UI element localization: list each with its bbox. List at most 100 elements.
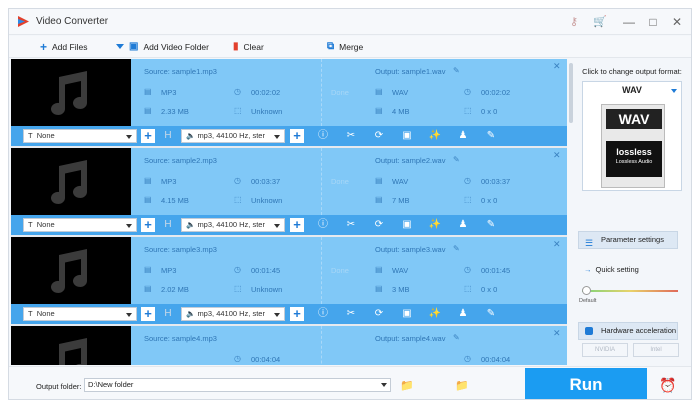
- trim-icon[interactable]: ✂: [344, 129, 358, 143]
- edit-name-icon[interactable]: ✎: [453, 333, 460, 342]
- filesize-icon: ▤: [375, 284, 383, 293]
- watermark-icon[interactable]: ♟: [456, 218, 470, 232]
- crop-icon[interactable]: ▣: [400, 218, 414, 232]
- output-folder-input[interactable]: D:\New folder: [84, 378, 391, 392]
- source-size: 2.02 MB: [161, 285, 189, 294]
- speaker-icon: 🔈: [186, 131, 198, 140]
- subtitle-select[interactable]: T None: [23, 307, 137, 321]
- add-subtitle-button[interactable]: +: [141, 307, 155, 321]
- key-icon[interactable]: ⚷: [567, 15, 581, 29]
- audio-track-select[interactable]: 🔈 mp3, 44100 Hz, ster: [181, 129, 285, 143]
- scrollbar-thumb[interactable]: [569, 63, 573, 123]
- parameter-settings-button[interactable]: ☰ Parameter settings: [578, 231, 678, 249]
- list-item[interactable]: Source: sample1.mp3 ▤ MP3 ◷ 00:02:02 ▤ 2…: [11, 59, 567, 148]
- effects-icon[interactable]: ✨: [428, 218, 442, 232]
- add-subtitle-button[interactable]: +: [141, 218, 155, 232]
- item-info: Source: sample1.mp3 ▤ MP3 ◷ 00:02:02 ▤ 2…: [131, 59, 567, 126]
- add-subtitle-button[interactable]: +: [141, 129, 155, 143]
- wav-art-title: WAV: [606, 109, 662, 129]
- slider-knob[interactable]: [582, 286, 591, 295]
- subtitle-select[interactable]: T None: [23, 129, 137, 143]
- list-scrollbar[interactable]: [568, 59, 574, 365]
- music-note-icon: [51, 71, 87, 115]
- folder-plus-icon: ▣: [129, 41, 139, 52]
- run-button[interactable]: Run: [525, 368, 647, 399]
- open-folder-icon[interactable]: 📁: [455, 379, 469, 392]
- maximize-button[interactable]: □: [643, 13, 663, 31]
- hd-icon[interactable]: H: [161, 307, 175, 321]
- trim-icon[interactable]: ✂: [344, 218, 358, 232]
- watermark-icon[interactable]: ♟: [456, 307, 470, 321]
- info-icon[interactable]: ⓘ: [316, 129, 330, 143]
- trim-icon[interactable]: ✂: [344, 307, 358, 321]
- subtitle-edit-icon[interactable]: ✎: [484, 129, 498, 143]
- merge-icon: ⧉: [327, 41, 335, 52]
- output-format-selector[interactable]: WAV WAV lossless Lossless Audio: [582, 81, 682, 191]
- hd-icon[interactable]: H: [161, 129, 175, 143]
- remove-item-icon[interactable]: ✕: [553, 150, 561, 161]
- info-icon[interactable]: ⓘ: [316, 307, 330, 321]
- audio-track-select[interactable]: 🔈 mp3, 44100 Hz, ster: [181, 307, 285, 321]
- thumbnail[interactable]: [11, 237, 131, 304]
- remove-item-icon[interactable]: ✕: [553, 328, 561, 339]
- source-format: MP3: [161, 266, 177, 275]
- close-button[interactable]: ✕: [667, 13, 687, 31]
- effects-icon[interactable]: ✨: [428, 307, 442, 321]
- music-note-icon: [51, 160, 87, 204]
- output-size: 7 MB: [392, 196, 410, 205]
- edit-name-icon[interactable]: ✎: [453, 155, 460, 164]
- clock-icon: ◷: [234, 87, 241, 96]
- merge-button[interactable]: ⧉ Merge: [327, 40, 363, 54]
- divider-line: [321, 326, 322, 365]
- effects-icon[interactable]: ✨: [428, 129, 442, 143]
- clear-button[interactable]: ▮ Clear: [233, 40, 264, 54]
- item-controls: T None + H 🔈 mp3, 44100 Hz, ster + ⓘ ✂ ⟳…: [11, 126, 567, 146]
- item-info: Source: sample2.mp3 ▤ MP3 ◷ 00:03:37 ▤ 4…: [131, 148, 567, 215]
- alarm-clock-icon[interactable]: ⏰: [659, 377, 676, 394]
- source-duration: 00:02:02: [251, 88, 281, 97]
- nvidia-badge: NVIDIA: [582, 343, 628, 357]
- watermark-icon[interactable]: ♟: [456, 129, 470, 143]
- list-item[interactable]: Source: sample2.mp3 ▤ MP3 ◷ 00:03:37 ▤ 4…: [11, 148, 567, 237]
- add-files-button[interactable]: + Add Files: [40, 40, 87, 54]
- audio-track-value: mp3, 44100 Hz, ster: [197, 309, 265, 318]
- thumbnail[interactable]: [11, 326, 131, 365]
- list-item[interactable]: Source: sample4.mp3 ◷ 00:04:04 Output: s…: [11, 326, 567, 365]
- subtitle-value: None: [36, 131, 55, 140]
- clock-icon: ◷: [464, 176, 471, 185]
- add-audio-track-button[interactable]: +: [290, 307, 304, 321]
- rotate-icon[interactable]: ⟳: [372, 129, 386, 143]
- edit-name-icon[interactable]: ✎: [453, 66, 460, 75]
- crop-icon[interactable]: ▣: [400, 129, 414, 143]
- clock-icon: ◷: [464, 354, 471, 363]
- remove-item-icon[interactable]: ✕: [553, 61, 561, 72]
- minimize-button[interactable]: —: [619, 13, 639, 31]
- thumbnail[interactable]: [11, 148, 131, 215]
- subtitle-edit-icon[interactable]: ✎: [484, 218, 498, 232]
- audio-track-select[interactable]: 🔈 mp3, 44100 Hz, ster: [181, 218, 285, 232]
- hardware-acceleration-toggle[interactable]: Hardware acceleration: [578, 322, 678, 340]
- hd-icon[interactable]: H: [161, 218, 175, 232]
- filesize-icon: ▤: [375, 195, 383, 204]
- quality-slider[interactable]: [582, 285, 678, 297]
- cart-icon[interactable]: 🛒: [593, 15, 607, 29]
- edit-name-icon[interactable]: ✎: [453, 244, 460, 253]
- add-files-dropdown-icon[interactable]: [116, 44, 124, 49]
- add-video-folder-label: Add Video Folder: [143, 42, 209, 52]
- add-files-label: Add Files: [52, 42, 88, 52]
- thumbnail[interactable]: [11, 59, 131, 126]
- subtitle-edit-icon[interactable]: ✎: [484, 307, 498, 321]
- subtitle-select[interactable]: T None: [23, 218, 137, 232]
- crop-icon[interactable]: ▣: [400, 307, 414, 321]
- rotate-icon[interactable]: ⟳: [372, 218, 386, 232]
- subtitle-icon: T: [28, 131, 37, 140]
- add-audio-track-button[interactable]: +: [290, 218, 304, 232]
- rotate-icon[interactable]: ⟳: [372, 307, 386, 321]
- music-note-icon: [59, 338, 87, 365]
- add-audio-track-button[interactable]: +: [290, 129, 304, 143]
- list-item[interactable]: Source: sample3.mp3 ▤ MP3 ◷ 00:01:45 ▤ 2…: [11, 237, 567, 326]
- remove-item-icon[interactable]: ✕: [553, 239, 561, 250]
- info-icon[interactable]: ⓘ: [316, 218, 330, 232]
- browse-folder-icon[interactable]: 📁: [400, 379, 414, 392]
- add-video-folder-button[interactable]: ▣ Add Video Folder: [129, 40, 209, 54]
